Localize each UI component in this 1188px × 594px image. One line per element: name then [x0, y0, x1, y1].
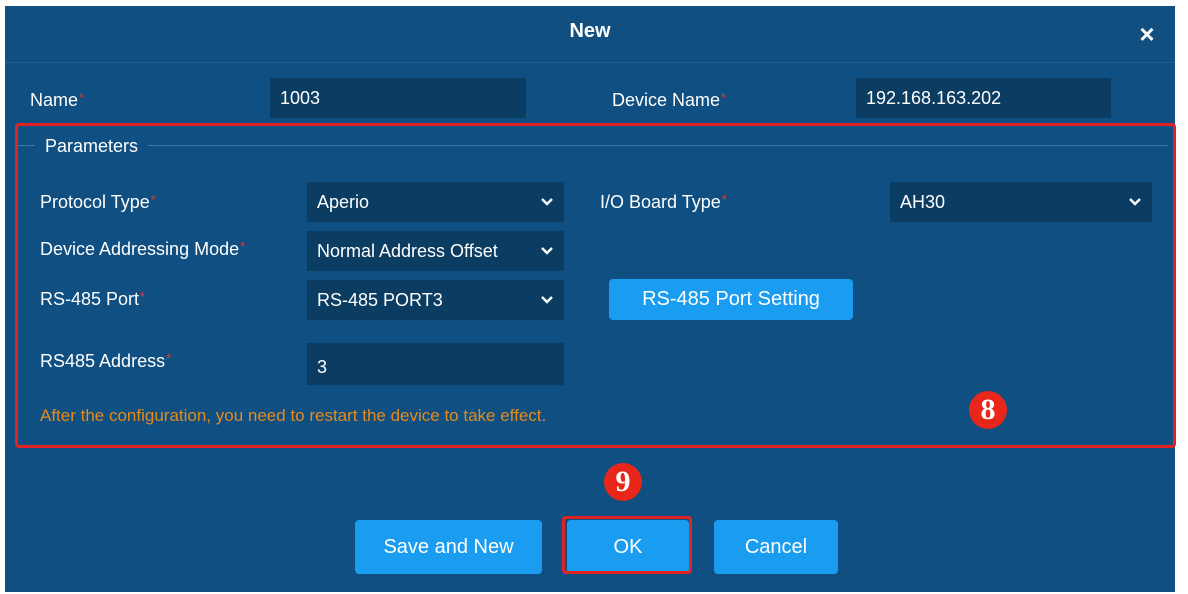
required-mark: * — [79, 90, 85, 105]
dialog-title: New — [569, 20, 611, 42]
cancel-button[interactable]: Cancel — [714, 520, 838, 574]
step-9-marker: 9 — [604, 463, 642, 501]
dialog-titlebar: New × — [5, 6, 1175, 63]
name-input[interactable]: 1003 — [270, 78, 526, 118]
save-and-new-button[interactable]: Save and New — [355, 520, 542, 574]
name-label-text: Name — [30, 90, 79, 110]
step-8-marker: 8 — [969, 391, 1007, 429]
device-name-label-text: Device Name — [612, 90, 721, 110]
device-name-input[interactable]: 192.168.163.202 — [856, 78, 1111, 118]
close-icon[interactable]: × — [1133, 20, 1161, 48]
device-name-label: Device Name* — [612, 90, 726, 111]
ok-highlight-box — [562, 516, 692, 574]
required-mark: * — [721, 90, 727, 105]
name-label: Name* — [30, 90, 84, 111]
